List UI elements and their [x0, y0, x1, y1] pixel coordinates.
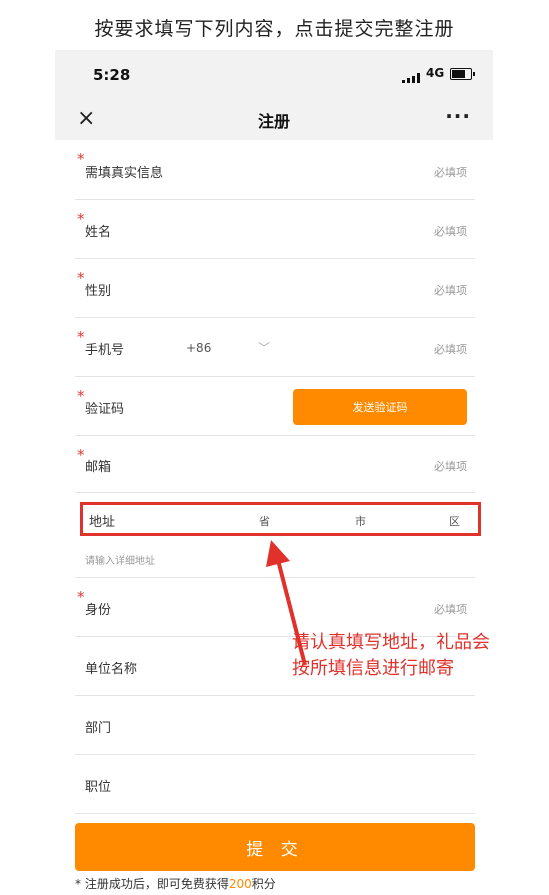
annotation-arrow: [266, 540, 307, 666]
annotation-text: 请认真填写地址，礼品会按所填信息进行邮寄: [292, 632, 490, 679]
